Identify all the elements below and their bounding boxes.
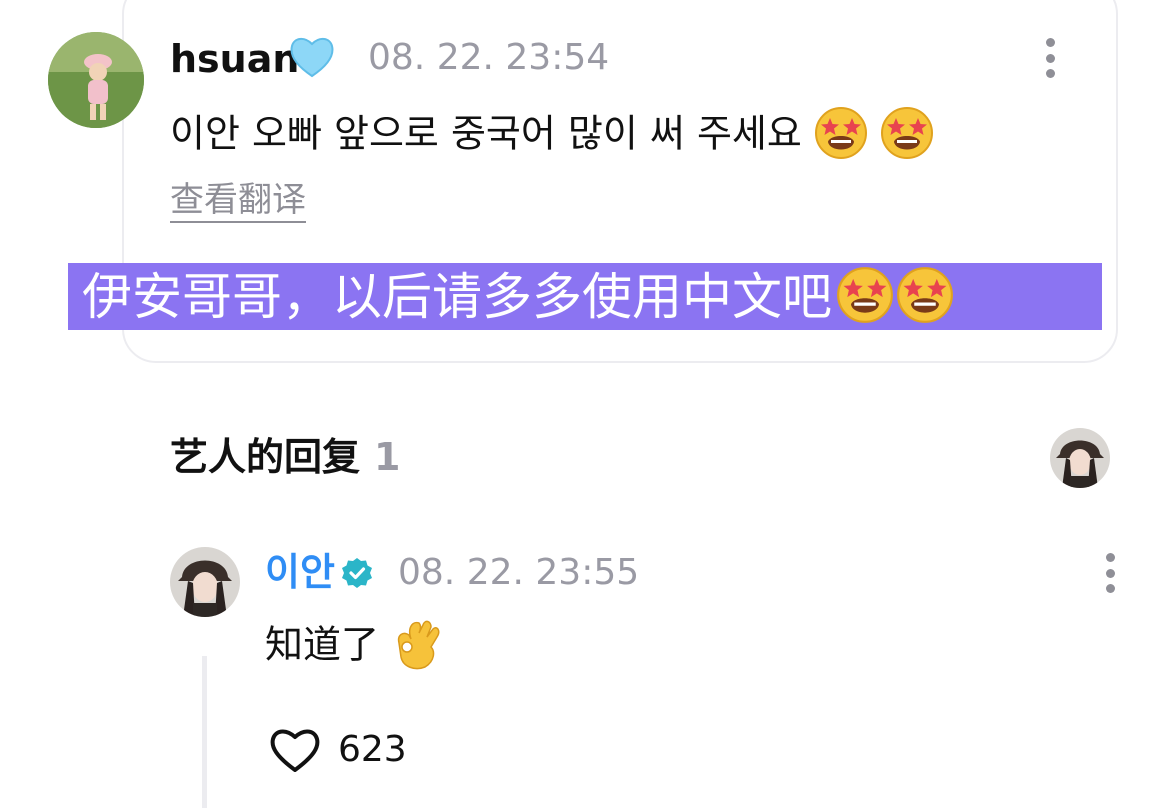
- light-blue-heart-icon: [288, 34, 336, 84]
- comment-text: 이안 오빠 앞으로 중국어 많이 써 주세요: [170, 111, 802, 156]
- reply-text: 知道了: [265, 622, 380, 667]
- like-count: 623: [338, 729, 407, 770]
- reply-username[interactable]: 이안: [265, 553, 335, 591]
- reply-timestamp: 08. 22. 23:55: [398, 552, 640, 593]
- star-struck-emoji: [814, 106, 868, 166]
- artist-replies-count: 1: [374, 435, 401, 479]
- artist-replies-header[interactable]: 艺人的回复 1: [170, 438, 400, 476]
- comment-text-row: 이안 오빠 앞으로 중국어 많이 써 주세요: [170, 106, 934, 166]
- artist-replies-title: 艺人的回复: [170, 435, 361, 479]
- star-struck-emoji: [896, 266, 954, 328]
- translate-link[interactable]: 查看翻译: [170, 183, 306, 223]
- comment-timestamp: 08. 22. 23:54: [368, 37, 610, 78]
- commenter-username[interactable]: hsuan: [170, 40, 299, 78]
- reply-avatar[interactable]: [170, 547, 240, 617]
- thread-line: [202, 656, 207, 808]
- reply-text-row: 知道了: [265, 617, 441, 677]
- heart-icon[interactable]: [268, 726, 322, 778]
- more-options-icon[interactable]: [1043, 38, 1057, 78]
- star-struck-emoji: [880, 106, 934, 166]
- commenter-avatar[interactable]: [48, 32, 144, 128]
- translation-text: 伊安哥哥，以后请多多使用中文吧: [82, 267, 832, 326]
- ok-hand-emoji: [391, 617, 441, 677]
- artist-avatar-small[interactable]: [1050, 428, 1110, 488]
- more-options-icon[interactable]: [1103, 553, 1117, 593]
- translation-highlight: 伊安哥哥，以后请多多使用中文吧: [68, 263, 1102, 330]
- verified-badge-icon: [340, 556, 374, 594]
- star-struck-emoji: [836, 266, 894, 328]
